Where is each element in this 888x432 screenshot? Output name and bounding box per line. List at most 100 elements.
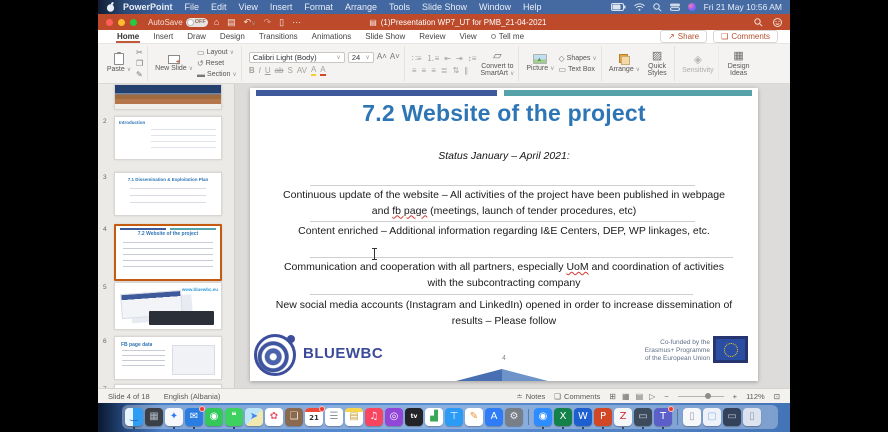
apple-tv-dock-icon[interactable]: tv <box>405 408 423 426</box>
siri-icon[interactable] <box>688 3 696 11</box>
tab-draw[interactable]: Draw <box>180 30 213 43</box>
zoom-level[interactable]: 112% <box>746 392 765 401</box>
slide[interactable]: 7.2 Website of the project Status Januar… <box>250 88 758 381</box>
text-box-button[interactable]: ▭Text Box <box>559 65 597 74</box>
spotlight-search-icon[interactable] <box>653 3 662 12</box>
cut-icon[interactable]: ✂ <box>136 48 143 57</box>
tab-tell-me[interactable]: Tell me <box>484 30 531 43</box>
font-color-button[interactable]: A <box>320 65 325 76</box>
highlight-color-button[interactable]: A <box>311 65 316 76</box>
document-dock-icon[interactable]: ▯ <box>683 408 701 426</box>
print-icon[interactable]: ▯ <box>279 17 284 28</box>
tab-transitions[interactable]: Transitions <box>252 30 305 43</box>
italic-button[interactable]: I <box>259 66 261 75</box>
slide-sorter-view-icon[interactable]: ▦ <box>622 392 630 401</box>
justify-icon[interactable]: ≣ <box>441 66 448 75</box>
tab-home[interactable]: Home <box>110 30 146 43</box>
slide-paragraph-4[interactable]: New social media accounts (Instagram and… <box>274 298 734 329</box>
format-painter-icon[interactable]: ✎ <box>136 70 143 79</box>
calendar-dock-icon[interactable]: 21 <box>305 408 323 426</box>
tab-slide-show[interactable]: Slide Show <box>358 30 412 43</box>
slide-thumbnail-1[interactable] <box>114 84 222 110</box>
align-right-icon[interactable]: ≡ <box>431 66 436 75</box>
font-name-select[interactable]: Calibri Light (Body)∨ <box>249 52 345 63</box>
slide-thumbnail-2[interactable]: Introduction <box>114 116 222 160</box>
home-icon[interactable]: ⌂ <box>214 17 219 27</box>
slide-paragraph-2[interactable]: Content enriched – Additional informatio… <box>274 224 734 240</box>
excel-dock-icon[interactable]: X <box>554 408 572 426</box>
fit-to-window-icon[interactable]: ⊡ <box>774 392 780 401</box>
new-slide-button[interactable]: New Slide ∨ <box>155 55 193 73</box>
section-button[interactable]: ▬Section∨ <box>197 70 237 79</box>
reset-button[interactable]: ↺Reset <box>197 59 237 68</box>
normal-view-icon[interactable]: ⊞ <box>609 392 616 401</box>
slide-thumbnail-5[interactable]: www.bluewbc.eu <box>114 282 222 330</box>
tab-insert[interactable]: Insert <box>146 30 180 43</box>
remote-desktop-dock-icon[interactable]: ▭ <box>634 408 652 426</box>
menu-powerpoint[interactable]: PowerPoint <box>117 2 179 12</box>
word-dock-icon[interactable]: W <box>574 408 592 426</box>
text-direction-icon[interactable]: ⇅ <box>453 66 460 75</box>
menu-insert[interactable]: Insert <box>264 2 299 12</box>
reading-view-icon[interactable]: ▤ <box>636 392 644 401</box>
podcasts-dock-icon[interactable]: ◎ <box>385 408 403 426</box>
layout-button[interactable]: ▭Layout∨ <box>197 48 237 57</box>
shrink-font-icon[interactable]: A˅ <box>390 52 400 63</box>
minimize-window-button[interactable] <box>118 19 125 26</box>
design-ideas-button[interactable]: ▦ DesignIdeas <box>726 50 752 77</box>
copy-icon[interactable]: ❐ <box>136 59 143 68</box>
increase-indent-icon[interactable]: ⇥ <box>456 54 463 63</box>
slide-thumbnail-4[interactable]: 7.2 Website of the project <box>114 224 222 281</box>
pages-dock-icon[interactable]: ✎ <box>465 408 483 426</box>
control-center-icon[interactable] <box>670 3 680 11</box>
apple-menu-icon[interactable] <box>106 2 115 12</box>
line-spacing-icon[interactable]: ↕≡ <box>468 54 477 63</box>
menu-slide-show[interactable]: Slide Show <box>416 2 473 12</box>
zoom-window-button[interactable] <box>130 19 137 26</box>
slide-title[interactable]: 7.2 Website of the project <box>250 100 758 127</box>
slide-paragraph-1[interactable]: Continuous update of the website – All a… <box>274 188 734 219</box>
autosave-control[interactable]: AutoSave OFF <box>148 18 208 27</box>
tab-design[interactable]: Design <box>213 30 252 43</box>
powerpoint-dock-icon[interactable]: P <box>594 408 612 426</box>
tab-review[interactable]: Review <box>412 30 452 43</box>
safari-dock-icon[interactable]: ✦ <box>165 408 183 426</box>
numbering-icon[interactable]: ⒈≡ <box>427 53 440 64</box>
zoom-dock-icon[interactable]: ◉ <box>534 408 552 426</box>
numbers-dock-icon[interactable]: ▟ <box>425 408 443 426</box>
tab-animations[interactable]: Animations <box>305 30 359 43</box>
align-center-icon[interactable]: ≡ <box>422 66 427 75</box>
language-indicator[interactable]: English (Albania) <box>164 392 221 401</box>
menu-edit[interactable]: Edit <box>205 2 233 12</box>
grow-font-icon[interactable]: A˄ <box>377 52 387 63</box>
folder-dock-icon[interactable]: ▢ <box>703 408 721 426</box>
text-shadow-button[interactable]: S <box>288 66 293 75</box>
slide-thumbnail-7[interactable] <box>114 384 222 388</box>
menu-help[interactable]: Help <box>517 2 548 12</box>
zoom-slider[interactable] <box>678 396 724 397</box>
music-dock-icon[interactable]: ♫ <box>365 408 383 426</box>
slideshow-view-icon[interactable]: ▷ <box>649 392 655 401</box>
picture-button[interactable]: Picture ∨ <box>526 54 554 73</box>
menu-arrange[interactable]: Arrange <box>339 2 383 12</box>
undo-icon[interactable]: ↶∨ <box>244 17 256 28</box>
battery-icon[interactable] <box>611 3 626 11</box>
zotero-dock-icon[interactable]: Z <box>614 408 632 426</box>
messages-dock-icon[interactable]: ❝ <box>225 408 243 426</box>
notes-dock-icon[interactable]: ▤ <box>345 408 363 426</box>
align-left-icon[interactable]: ≡ <box>412 66 417 75</box>
convert-to-smartart-button[interactable]: ▱ Convert toSmartArt ∨ <box>480 50 514 78</box>
slide-thumbnail-3[interactable]: 7.1 Dissemination & Exploitation Plan <box>114 172 222 216</box>
redo-icon[interactable]: ↷ <box>264 17 272 28</box>
share-button[interactable]: ↗Share <box>660 30 707 43</box>
more-commands-icon[interactable]: ⋯ <box>292 17 301 28</box>
maps-dock-icon[interactable]: ➤ <box>245 408 263 426</box>
character-spacing-button[interactable]: AV <box>297 66 307 75</box>
strikethrough-button[interactable]: ab <box>275 66 284 75</box>
mail-dock-icon[interactable]: ✉ <box>185 408 203 426</box>
slide-status-line[interactable]: Status January – April 2021: <box>250 150 758 162</box>
shapes-button[interactable]: ◇Shapes∨ <box>559 54 597 63</box>
menu-window[interactable]: Window <box>473 2 517 12</box>
comments-button[interactable]: ❑Comments <box>713 30 778 43</box>
feedback-smiley-icon[interactable] <box>773 18 782 27</box>
